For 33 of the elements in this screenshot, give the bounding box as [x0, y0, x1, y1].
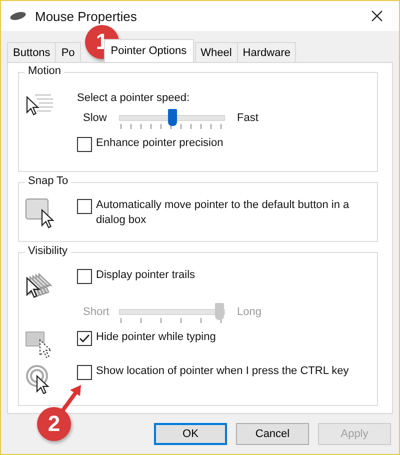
- checkbox[interactable]: [77, 199, 92, 214]
- tab[interactable]: Po: [55, 42, 81, 62]
- tab[interactable]: Pointer Options: [104, 39, 194, 62]
- group-title: Visibility: [25, 245, 71, 257]
- tab[interactable]: Wheel: [194, 42, 238, 62]
- slider-min-label: Slow: [83, 111, 108, 125]
- tab[interactable]: Hardware: [236, 42, 296, 62]
- slider-thumb[interactable]: [168, 109, 177, 126]
- snap-button-icon: [25, 198, 57, 230]
- mouse-icon: [9, 11, 27, 21]
- dialog-button[interactable]: OK: [154, 423, 227, 445]
- checkbox-label: Display pointer trails: [96, 268, 196, 283]
- checkmark-icon: [79, 334, 90, 343]
- pointer-speed-label: Select a pointer speed:: [77, 92, 190, 104]
- callout-arrow: [61, 385, 83, 411]
- slider-min-label: Short: [83, 305, 110, 319]
- close-icon: [371, 10, 383, 22]
- window-title: Mouse Properties: [35, 8, 137, 24]
- checkbox-label: Show location of pointer when I press the CTRL key: [96, 364, 349, 379]
- slider-max-label: Long: [237, 305, 262, 319]
- checkbox[interactable]: [77, 269, 92, 284]
- checkbox[interactable]: [77, 365, 92, 380]
- checkbox-label: Automatically move pointer to the default button in a dialog box: [96, 198, 350, 228]
- checkbox[interactable]: [77, 137, 92, 152]
- checkbox-label: Hide pointer while typing: [96, 330, 216, 345]
- slider-max-label: Fast: [237, 111, 260, 125]
- callout-badge: 2: [37, 407, 71, 441]
- dialog-button[interactable]: Cancel: [236, 423, 309, 445]
- group-title: Snap To: [25, 175, 72, 187]
- tab[interactable]: Buttons: [7, 42, 56, 62]
- checkbox-label: Enhance pointer precision: [96, 136, 224, 151]
- group-title: Motion: [25, 65, 64, 77]
- checkbox[interactable]: [77, 331, 92, 346]
